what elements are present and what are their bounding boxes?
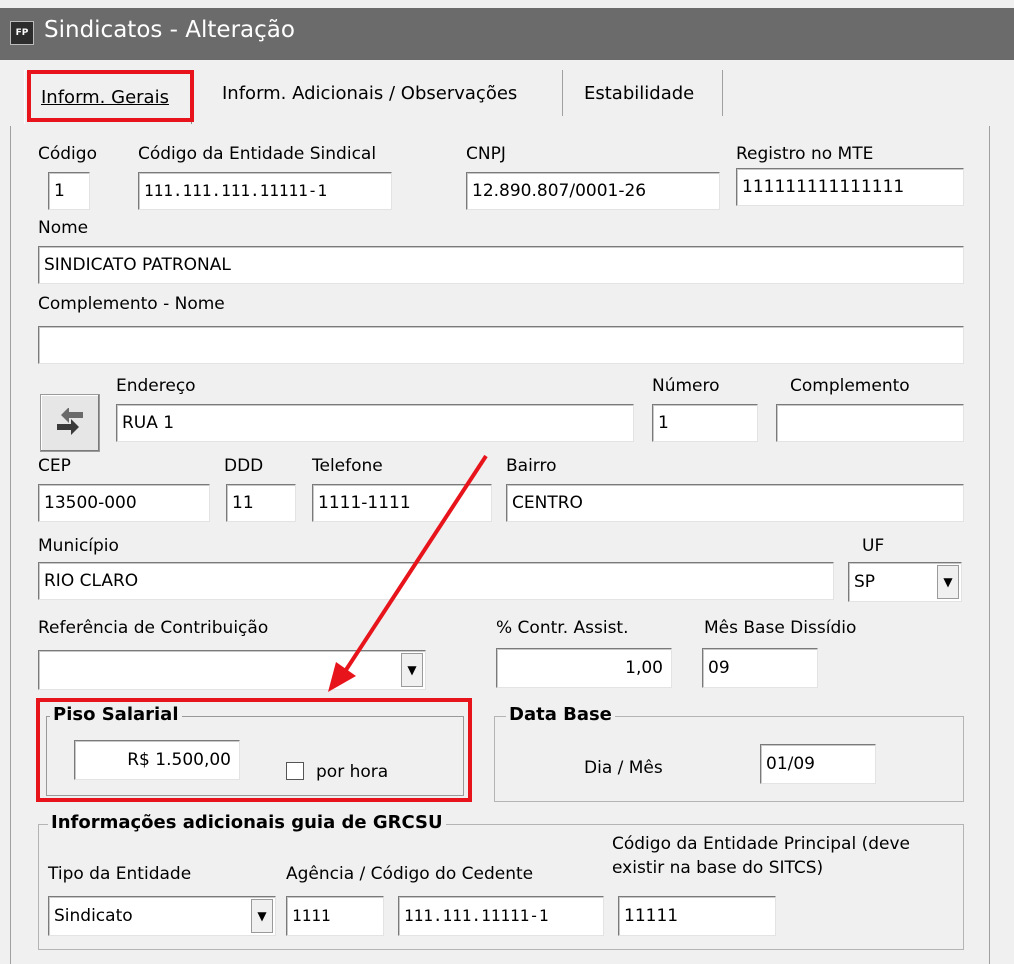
annotation-arrow [328, 454, 488, 692]
